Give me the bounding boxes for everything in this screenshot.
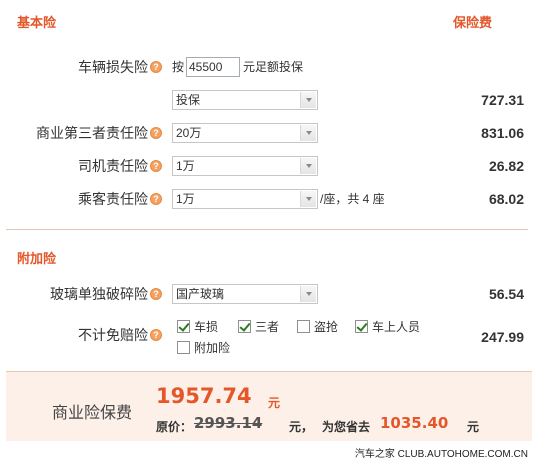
deductible-label: 不计免赔险 xyxy=(78,327,148,343)
glass-price: 56.54 xyxy=(488,286,524,302)
third-party-select[interactable]: 20万 xyxy=(172,123,318,143)
insured-value-input[interactable]: 45500 xyxy=(186,57,240,77)
original-price: 2993.14 xyxy=(194,414,263,432)
vehicle-loss-selected: 投保 xyxy=(176,93,201,107)
glass-select[interactable]: 国产玻璃 xyxy=(172,284,318,304)
driver-selected: 1万 xyxy=(176,159,195,173)
summary-total: 1957.74 xyxy=(156,384,252,408)
section-divider xyxy=(6,229,528,230)
chevron-down-icon xyxy=(300,92,316,108)
passenger-select[interactable]: 1万 xyxy=(172,189,318,209)
glass-selected: 国产玻璃 xyxy=(176,287,225,301)
savings-amount: 1035.40 xyxy=(380,414,449,432)
passenger-help-icon[interactable]: ? xyxy=(150,193,162,205)
vehicle-loss-price: 727.31 xyxy=(481,92,524,108)
deductible-checkbox-theft[interactable] xyxy=(297,320,310,333)
deductible-checkbox-third-party[interactable] xyxy=(238,320,251,333)
chevron-down-icon xyxy=(300,286,316,302)
glass-help-icon[interactable]: ? xyxy=(150,288,162,300)
savings-unit: 元 xyxy=(467,420,480,434)
deductible-option-label: 三者 xyxy=(255,320,280,334)
vehicle-loss-prefix: 按 xyxy=(172,60,185,74)
summary-total-unit: 元 xyxy=(268,396,281,410)
deductible-option-label: 车上人员 xyxy=(372,320,421,334)
deductible-option-label: 车损 xyxy=(194,320,219,334)
third-party-selected: 20万 xyxy=(176,126,202,140)
passenger-seat-note: /座，共 4 座 xyxy=(320,192,385,206)
passenger-price: 68.02 xyxy=(488,191,524,207)
watermark: 汽车之家 CLUB.AUTOHOME.COM.CN xyxy=(354,449,528,460)
vehicle-loss-select[interactable]: 投保 xyxy=(172,90,318,110)
summary-label: 商业险保费 xyxy=(52,405,133,422)
third-party-row: 商业第三者责任险 ? 20万 831.06 xyxy=(0,123,534,143)
deductible-checkbox-addon[interactable] xyxy=(177,341,190,354)
driver-price: 26.82 xyxy=(488,158,524,174)
original-price-label: 原价： xyxy=(156,420,193,434)
vehicle-loss-suffix: 元足额投保 xyxy=(243,60,304,74)
basic-insurance-title: 基本险 xyxy=(17,15,57,30)
third-party-help-icon[interactable]: ? xyxy=(150,127,162,139)
deductible-checkbox-passengers[interactable] xyxy=(355,320,368,333)
passenger-row: 乘客责任险 ? 1万 /座，共 4 座 68.02 xyxy=(0,189,534,209)
driver-help-icon[interactable]: ? xyxy=(150,160,162,172)
passenger-selected: 1万 xyxy=(176,192,195,206)
chevron-down-icon xyxy=(300,191,316,207)
original-price-unit: 元， xyxy=(289,420,314,434)
vehicle-loss-label: 车辆损失险 xyxy=(78,59,148,75)
deductible-price: 247.99 xyxy=(481,329,524,345)
third-party-label: 商业第三者责任险 xyxy=(36,125,148,141)
savings-label: 为您省去 xyxy=(322,420,371,434)
third-party-price: 831.06 xyxy=(481,125,524,141)
glass-label: 玻璃单独破碎险 xyxy=(50,286,148,302)
deductible-help-icon[interactable]: ? xyxy=(150,329,162,341)
addon-insurance-title: 附加险 xyxy=(17,251,57,266)
driver-select[interactable]: 1万 xyxy=(172,156,318,176)
premium-header: 保险费 xyxy=(453,15,493,30)
glass-row: 玻璃单独破碎险 ? 国产玻璃 56.54 xyxy=(0,284,534,304)
chevron-down-icon xyxy=(300,158,316,174)
driver-label: 司机责任险 xyxy=(78,158,148,174)
deductible-option-label: 盗抢 xyxy=(314,320,339,334)
driver-row: 司机责任险 ? 1万 26.82 xyxy=(0,156,534,176)
vehicle-loss-help-icon[interactable]: ? xyxy=(150,61,162,73)
deductible-checkbox-vehicle-damage[interactable] xyxy=(177,320,190,333)
passenger-label: 乘客责任险 xyxy=(78,191,148,207)
premium-summary: 商业险保费 1957.74 元 原价： 2993.14 元， 为您省去 1035… xyxy=(6,371,532,441)
chevron-down-icon xyxy=(300,125,316,141)
vehicle-loss-option-row: 投保 727.31 xyxy=(0,90,534,110)
vehicle-loss-row: 车辆损失险 ? 按 45500 元足额投保 xyxy=(0,57,534,77)
deductible-option-label: 附加险 xyxy=(194,341,231,355)
